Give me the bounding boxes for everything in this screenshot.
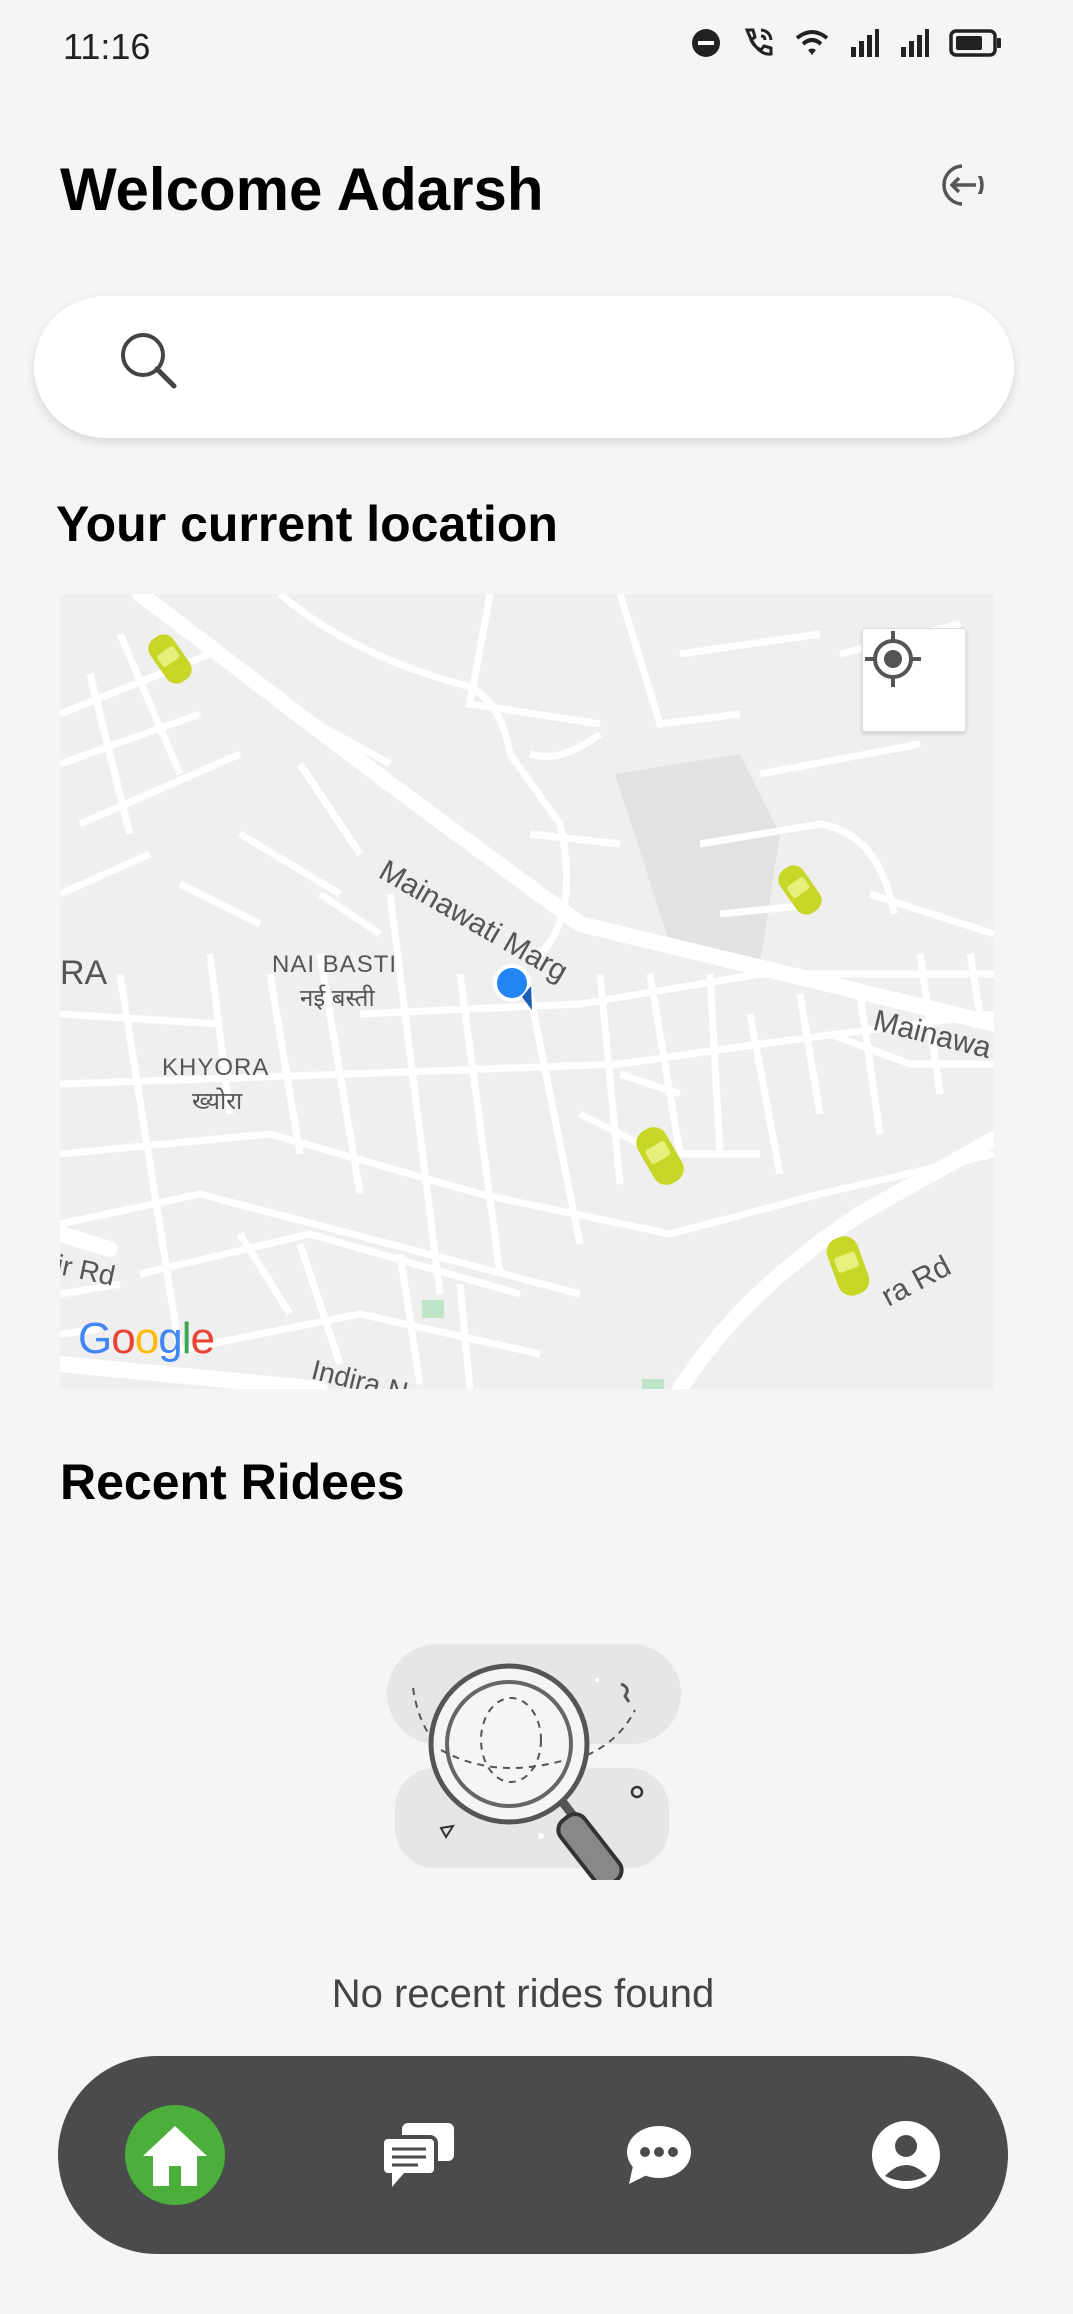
magnifier-illustration-icon: [385, 1640, 685, 1888]
map-roads: [60, 594, 994, 1389]
profile-icon: [872, 2121, 940, 2189]
home-icon: [143, 2126, 207, 2186]
wifi-calling-icon: [741, 26, 775, 60]
nav-profile-button[interactable]: [856, 2105, 956, 2205]
bottom-nav: [58, 2056, 1008, 2254]
signal-icon: [899, 29, 929, 57]
chat-bubble-icon: [627, 2126, 691, 2184]
battery-icon: [949, 28, 1003, 58]
signal-icon: [849, 29, 879, 57]
recenter-button[interactable]: [862, 628, 966, 732]
status-bar: 11:16: [0, 0, 1073, 90]
logout-button[interactable]: [938, 160, 990, 210]
status-icons: [691, 26, 1003, 60]
search-input[interactable]: [204, 326, 964, 408]
nav-chat-button[interactable]: [609, 2105, 709, 2205]
status-time: 11:16: [63, 26, 151, 67]
map-view[interactable]: Mainawati Marg Mainawa NAI BASTI नई बस्त…: [60, 594, 994, 1389]
messages-icon: [380, 2123, 454, 2187]
area-label: ख्योरा: [192, 1088, 243, 1115]
page-title: Welcome Adarsh: [60, 156, 544, 223]
search-icon: [116, 328, 182, 399]
area-label: RA: [60, 954, 108, 992]
area-label: NAI BASTI: [272, 951, 398, 978]
search-bar[interactable]: [34, 296, 1014, 438]
dnd-icon: [691, 28, 721, 58]
area-label: KHYORA: [162, 1054, 270, 1081]
nav-home-button[interactable]: [125, 2105, 225, 2205]
current-location-title: Your current location: [56, 496, 558, 552]
crosshair-icon: [865, 631, 921, 687]
logout-icon: [942, 162, 990, 208]
area-label: नई बस्ती: [300, 985, 375, 1012]
google-logo: Google: [78, 1314, 215, 1363]
recent-rides-title: Recent Ridees: [60, 1454, 405, 1510]
wifi-icon: [795, 29, 829, 57]
nav-messages-button[interactable]: [368, 2105, 468, 2205]
empty-state-text: No recent rides found: [331, 1972, 715, 2016]
